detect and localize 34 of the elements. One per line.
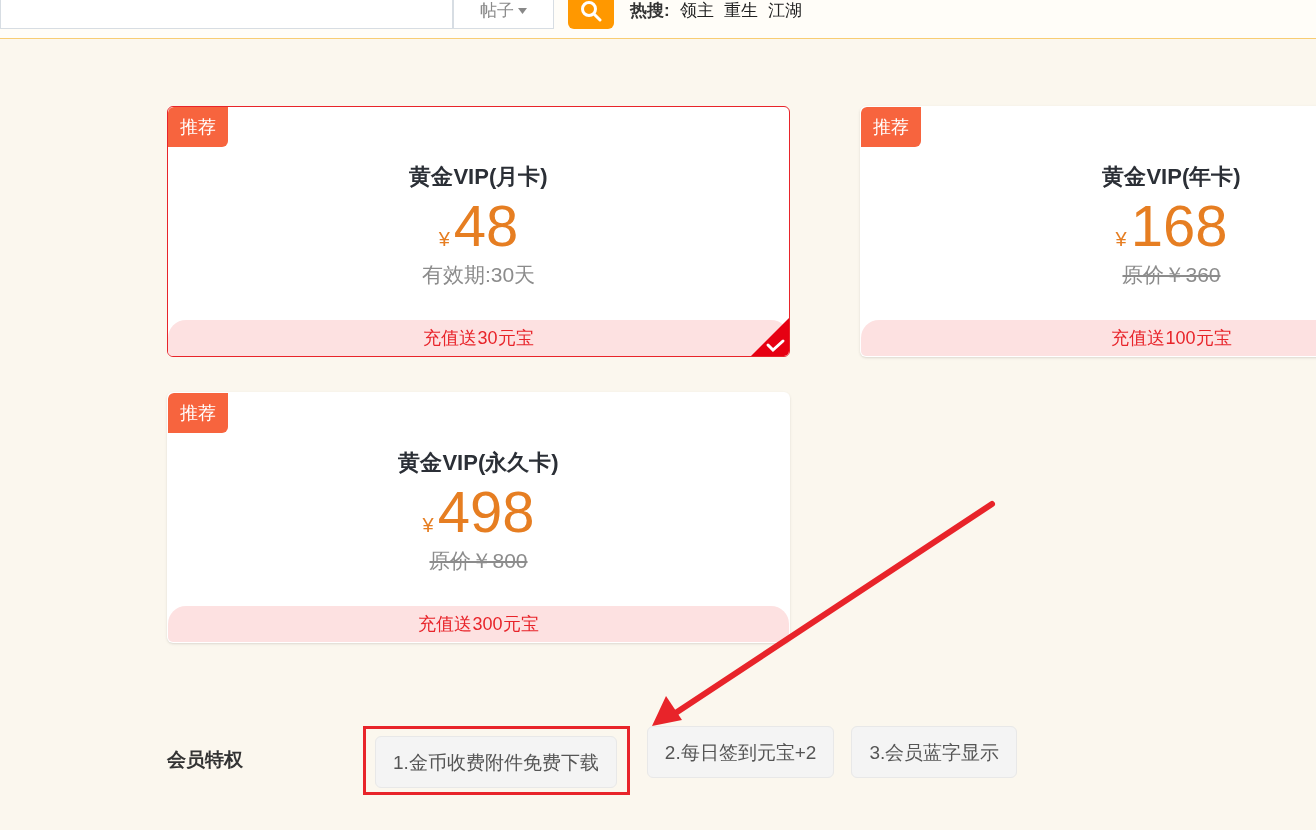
search-icon: [580, 0, 602, 22]
validity-text: 有效期:30天: [421, 262, 536, 288]
plan-price: 168: [1130, 194, 1228, 258]
plan-price: 498: [437, 480, 535, 544]
recommend-badge: 推荐: [168, 393, 228, 433]
hot-search-label: 热搜:: [630, 0, 670, 22]
original-price: 原价￥360: [1122, 262, 1221, 288]
plan-price: 48: [453, 194, 519, 258]
currency-symbol: ¥: [1115, 227, 1127, 252]
privilege-tag: 3.会员蓝字显示: [851, 726, 1018, 778]
bonus-bar: 充值送100元宝: [861, 320, 1316, 356]
hot-search-link[interactable]: 江湖: [767, 0, 802, 24]
plan-card[interactable]: 推荐 黄金VIP(年卡) ¥168 原价￥360 充值送100元宝: [860, 106, 1316, 357]
recommend-badge: 推荐: [861, 107, 921, 147]
privileges-label: 会员特权: [167, 748, 244, 773]
recommend-badge: 推荐: [168, 107, 228, 147]
caret-icon: [518, 7, 527, 14]
search-field[interactable]: [0, 0, 453, 29]
search-scope-dropdown[interactable]: 帖子: [453, 0, 554, 29]
plan-card[interactable]: 推荐 黄金VIP(永久卡) ¥498 原价￥800 充值送300元宝: [167, 392, 790, 643]
plan-card[interactable]: 推荐 黄金VIP(月卡) ¥48 有效期:30天 充值送30元宝: [167, 106, 790, 357]
selected-check-icon: [751, 318, 789, 356]
privilege-tag: 1.金币收费附件免费下载: [375, 736, 617, 788]
currency-symbol: ¥: [422, 513, 434, 538]
plan-title: 黄金VIP(月卡): [409, 163, 548, 191]
search-button[interactable]: [568, 0, 614, 29]
plan-title: 黄金VIP(永久卡): [398, 449, 559, 477]
plan-title: 黄金VIP(年卡): [1102, 163, 1241, 191]
hot-search-link[interactable]: 重生: [723, 0, 758, 24]
hot-search-link[interactable]: 领主: [679, 0, 714, 24]
privilege-tag: 2.每日签到元宝+2: [646, 726, 835, 778]
original-price: 原价￥800: [429, 548, 528, 574]
currency-symbol: ¥: [438, 227, 450, 252]
bonus-bar: 充值送300元宝: [168, 606, 789, 642]
